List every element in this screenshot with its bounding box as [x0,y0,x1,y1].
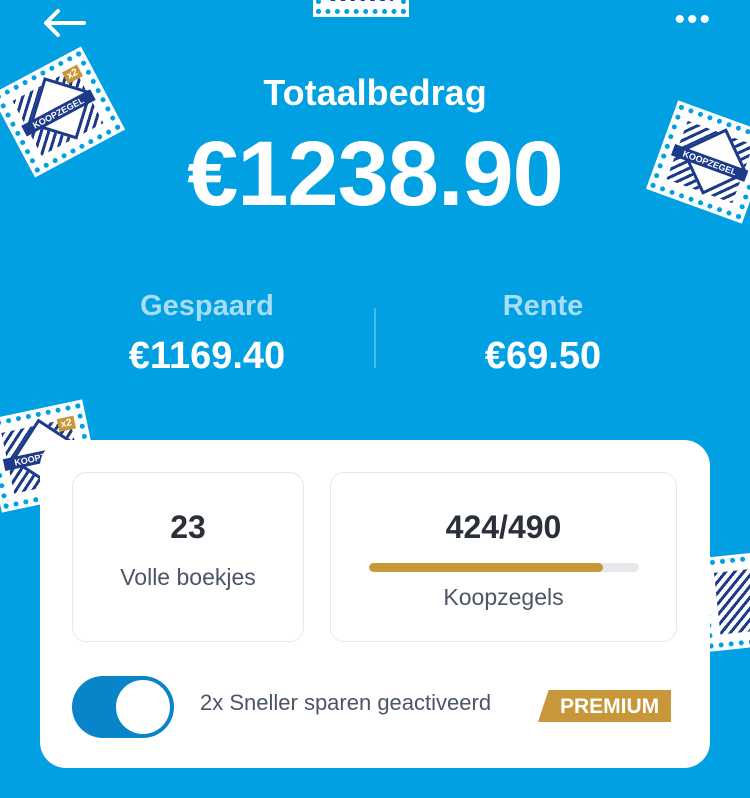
stamps-box[interactable]: 424/490 Koopzegels [330,472,677,642]
page-title: Totaalbedrag [263,72,487,113]
savings-card: 23 Volle boekjes 424/490 Koopzegels 2x S… [40,440,710,768]
more-dots-icon: ••• [674,3,712,36]
interest-stat: Rente €69.50 [393,290,693,378]
saved-value: €1169.40 [128,335,286,377]
stat-divider [374,308,376,368]
booklets-label: Volle boekjes [120,564,256,590]
premium-badge: PREMIUM [538,690,672,722]
arrow-left-icon [44,9,86,37]
stamp-pattern [713,565,750,635]
stamps-progress-text: 424/490 [445,509,562,545]
total-amount: €1238.90 [187,123,564,225]
booklets-count: 23 [170,509,206,545]
faster-saving-toggle[interactable] [72,676,174,738]
faster-saving-label: 2x Sneller sparen geactiveerd [200,690,492,715]
toggle-knob [116,680,170,734]
interest-label: Rente [502,290,584,322]
saved-stat: Gespaard €1169.40 [57,290,357,378]
back-button[interactable] [40,6,88,40]
stamp-multiplier: x2 [56,415,76,432]
interest-value: €69.50 [484,335,602,377]
stamps-progress-fill [369,563,603,572]
stamps-progress-bar [369,563,639,572]
more-options-button[interactable]: ••• [674,5,712,35]
saved-label: Gespaard [140,290,274,322]
stamps-label: Koopzegels [443,584,564,610]
top-bar: ••• [0,0,750,50]
booklets-box[interactable]: 23 Volle boekjes [72,472,304,642]
